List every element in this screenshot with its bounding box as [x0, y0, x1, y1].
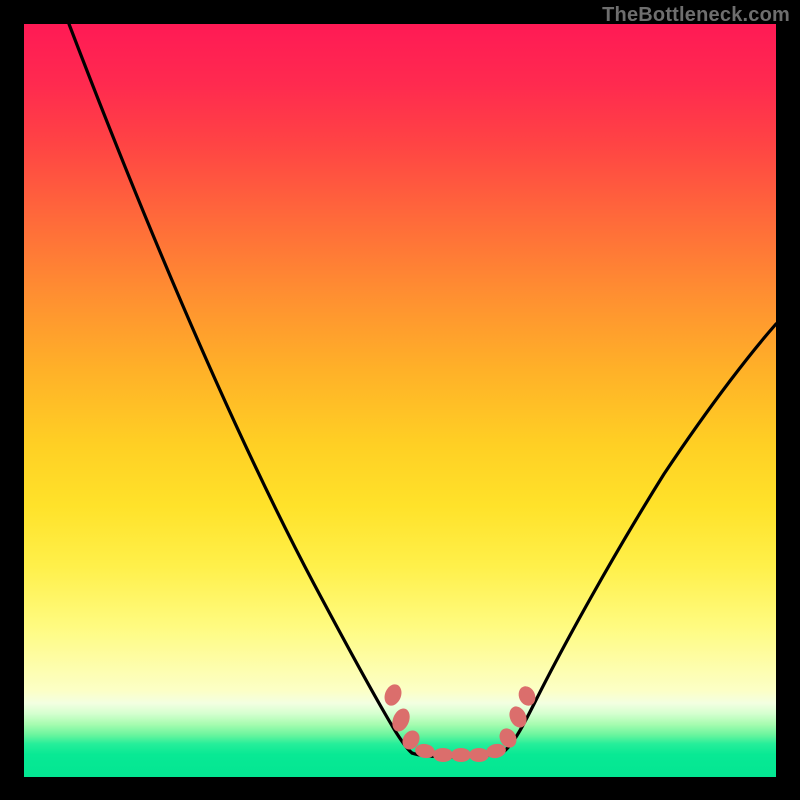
- chart-plot-area: [24, 24, 776, 777]
- chart-svg: [24, 24, 776, 777]
- chart-marker: [469, 748, 489, 762]
- chart-left-curve: [69, 24, 412, 753]
- chart-marker: [381, 682, 404, 708]
- chart-marker: [389, 706, 413, 734]
- chart-marker: [451, 748, 471, 762]
- watermark-text: TheBottleneck.com: [602, 4, 790, 27]
- chart-marker: [506, 704, 530, 731]
- chart-marker: [433, 748, 453, 762]
- chart-right-curve: [502, 324, 776, 753]
